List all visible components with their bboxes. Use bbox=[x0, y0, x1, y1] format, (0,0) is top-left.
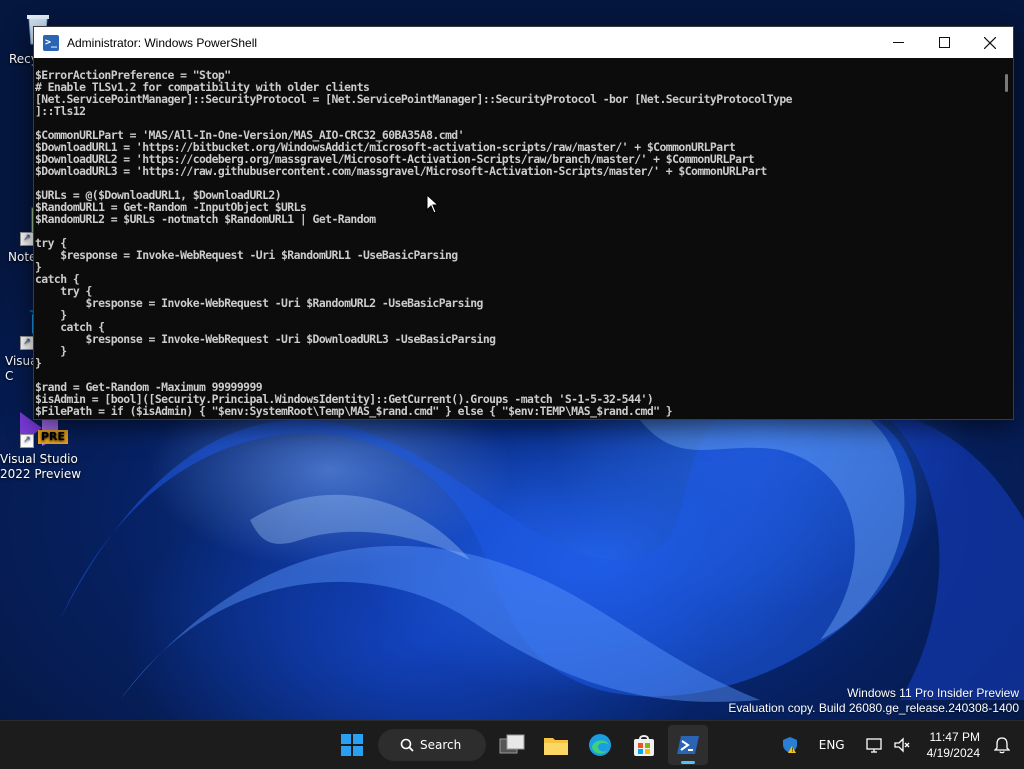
window-title: Administrator: Windows PowerShell bbox=[67, 35, 258, 50]
window-titlebar[interactable]: >_ Administrator: Windows PowerShell bbox=[34, 27, 1013, 58]
notifications-button[interactable] bbox=[994, 736, 1010, 754]
file-explorer-icon bbox=[544, 738, 568, 755]
taskbar-search[interactable]: Search bbox=[378, 729, 486, 761]
maximize-button[interactable] bbox=[921, 27, 967, 58]
shortcut-arrow-icon: ↗ bbox=[20, 232, 34, 246]
powershell-icon bbox=[677, 736, 699, 754]
preview-badge: PRE bbox=[38, 430, 69, 444]
start-icon bbox=[341, 734, 363, 756]
powershell-taskbar-button[interactable] bbox=[668, 725, 708, 765]
close-icon bbox=[984, 36, 996, 49]
maximize-icon bbox=[938, 37, 950, 48]
desktop-icon-label: Visual Studio 2022 Preview bbox=[0, 452, 82, 481]
active-indicator bbox=[681, 761, 695, 764]
search-label: Search bbox=[420, 738, 462, 752]
evaluation-watermark: Windows 11 Pro Insider Preview Evaluatio… bbox=[728, 686, 1019, 716]
notification-bell-icon bbox=[994, 737, 1010, 754]
powershell-icon: >_ bbox=[43, 34, 59, 51]
clock-date: 4/19/2024 bbox=[926, 746, 980, 760]
edge-icon bbox=[589, 734, 611, 756]
task-view-button[interactable] bbox=[492, 725, 532, 765]
shortcut-arrow-icon: ↗ bbox=[20, 434, 34, 448]
volume-muted-icon bbox=[893, 737, 910, 753]
mouse-cursor-icon bbox=[426, 194, 439, 214]
close-button[interactable] bbox=[967, 27, 1013, 58]
minimize-button[interactable] bbox=[875, 27, 921, 58]
powershell-window[interactable]: >_ Administrator: Windows PowerShell $Er… bbox=[33, 26, 1014, 420]
system-tray: ! ENG 11:47 PM 4/19/2024 bbox=[771, 721, 1024, 769]
watermark-line-1: Windows 11 Pro Insider Preview bbox=[847, 686, 1019, 700]
taskbar-clock[interactable]: 11:47 PM 4/19/2024 bbox=[927, 729, 980, 761]
edge-button[interactable] bbox=[580, 725, 620, 765]
search-icon bbox=[400, 738, 414, 752]
svg-text:!: ! bbox=[791, 747, 793, 754]
watermark-line-2: Evaluation copy. Build 26080.ge_release.… bbox=[728, 701, 1019, 715]
taskbar: Search ! ENG 11:47 PM 4/19/2024 bbox=[0, 720, 1024, 769]
start-button[interactable] bbox=[332, 725, 372, 765]
security-tray-button[interactable]: ! bbox=[781, 736, 799, 754]
console-text: $ErrorActionPreference = "Stop" # Enable… bbox=[35, 68, 792, 418]
windows-security-icon: ! bbox=[782, 737, 797, 754]
volume-tray-button[interactable] bbox=[893, 736, 911, 754]
vertical-scrollbar[interactable] bbox=[997, 58, 1013, 419]
network-tray-button[interactable] bbox=[865, 736, 883, 754]
shortcut-arrow-icon: ↗ bbox=[20, 336, 34, 350]
store-button[interactable] bbox=[624, 725, 664, 765]
file-explorer-button[interactable] bbox=[536, 725, 576, 765]
language-indicator[interactable]: ENG bbox=[819, 738, 845, 752]
scrollbar-thumb[interactable] bbox=[1005, 74, 1008, 92]
console-output[interactable]: $ErrorActionPreference = "Stop" # Enable… bbox=[34, 58, 997, 419]
minimize-icon bbox=[892, 42, 904, 43]
task-view-icon bbox=[499, 734, 525, 754]
clock-time: 11:47 PM bbox=[929, 730, 980, 744]
network-icon bbox=[865, 738, 882, 753]
store-icon bbox=[634, 735, 654, 756]
